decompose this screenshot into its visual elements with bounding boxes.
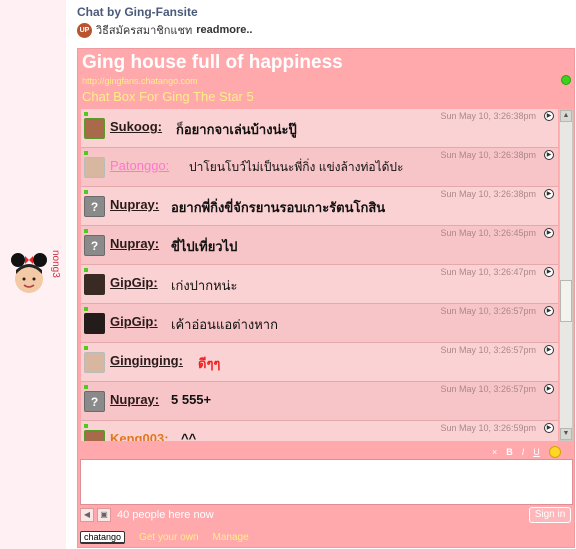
- message-time: Sun May 10, 3:26:59pm: [440, 423, 536, 433]
- anonymous-avatar-icon[interactable]: ?: [84, 196, 105, 217]
- readmore-link[interactable]: readmore..: [196, 24, 252, 36]
- message-text: 5 555+: [171, 392, 212, 407]
- message-row: ? Nupray: ขี่ไปเที่ยวไป Sun May 10, 3:26…: [81, 226, 558, 265]
- mouse-ears-avatar-icon: [11, 253, 47, 293]
- message-text: ดีๆๆ: [198, 356, 221, 371]
- message-time: Sun May 10, 3:26:47pm: [440, 267, 536, 277]
- message-text: ^^: [181, 431, 197, 441]
- message-username[interactable]: Nupray:: [110, 197, 159, 212]
- message-time: Sun May 10, 3:26:57pm: [440, 345, 536, 355]
- status-bar: ◀ ▣ 40 people here now Sign in: [80, 506, 573, 524]
- chat-footer: chatango Get your own Manage: [80, 528, 573, 546]
- online-dot-icon: [84, 385, 88, 389]
- up-badge-icon: UP: [77, 22, 92, 38]
- message-time: Sun May 10, 3:26:57pm: [440, 306, 536, 316]
- message-row: Ginginging: ดีๆๆ Sun May 10, 3:26:57pm ▶: [81, 343, 558, 382]
- play-icon[interactable]: ▶: [544, 423, 554, 433]
- people-count: 40 people here now: [117, 509, 214, 521]
- message-text: ขี่ไปเที่ยวไป: [171, 239, 238, 254]
- play-icon[interactable]: ▶: [544, 267, 554, 277]
- vertical-label: nong3: [50, 250, 61, 278]
- message-username[interactable]: Patonggo:: [110, 158, 169, 173]
- chat-url-link[interactable]: http://gingfans.chatango.com: [82, 76, 198, 86]
- message-row: Keng003: ^^ Sun May 10, 3:26:59pm ▶: [81, 421, 558, 441]
- user-avatar[interactable]: [84, 118, 105, 139]
- message-text: ปาโยนโบว์ไม่เป็นนะพี่กิ่ง แข่งล้างท่อได้…: [189, 160, 404, 174]
- image-icon[interactable]: ▣: [97, 508, 111, 522]
- message-row: Patonggo: ปาโยนโบว์ไม่เป็นนะพี่กิ่ง แข่ง…: [81, 148, 558, 187]
- scroll-thumb[interactable]: [560, 280, 572, 322]
- message-username[interactable]: GipGip:: [110, 314, 158, 329]
- bold-button[interactable]: B: [506, 447, 513, 457]
- play-icon[interactable]: ▶: [544, 228, 554, 238]
- play-icon[interactable]: ▶: [544, 345, 554, 355]
- chat-title: Ging house full of happiness: [82, 52, 343, 73]
- online-dot-icon: [84, 268, 88, 272]
- online-dot-icon: [84, 307, 88, 311]
- play-icon[interactable]: ▶: [544, 189, 554, 199]
- message-input[interactable]: [80, 459, 573, 505]
- message-text: เค้าอ่อนแอต่างหาก: [171, 317, 278, 332]
- message-username[interactable]: Sukoog:: [110, 119, 162, 134]
- message-scrollbar[interactable]: ▲ ▼: [559, 109, 573, 441]
- message-row: ? Nupray: อยากพี่กิ่งขี่จักรยานรอบเกาะรั…: [81, 187, 558, 226]
- message-username[interactable]: Keng003:: [110, 431, 169, 441]
- play-icon[interactable]: ▶: [544, 384, 554, 394]
- user-avatar[interactable]: [84, 274, 105, 295]
- message-row: ? Nupray: 5 555+ Sun May 10, 3:26:57pm ▶: [81, 382, 558, 421]
- message-text: อยากพี่กิ่งขี่จักรยานรอบเกาะรัตนโกสิน: [171, 200, 386, 215]
- speaker-icon[interactable]: ◀: [80, 508, 94, 522]
- message-text: ก็อยากจาเล่นบ้างน่ะปู๊: [176, 122, 297, 137]
- message-time: Sun May 10, 3:26:38pm: [440, 150, 536, 160]
- message-list[interactable]: Sukoog: ก็อยากจาเล่นบ้างน่ะปู๊ Sun May 1…: [81, 109, 558, 441]
- signup-guide-text[interactable]: วิธีสมัครสมาชิกแชท: [96, 21, 192, 39]
- online-status-icon: [561, 75, 571, 85]
- message-text: เก่งปากหน่ะ: [171, 278, 238, 293]
- message-time: Sun May 10, 3:26:45pm: [440, 228, 536, 238]
- user-avatar[interactable]: [84, 352, 105, 373]
- chat-box: Ging house full of happiness http://ging…: [77, 48, 575, 548]
- chat-description: Chat Box For Ging The Star 5: [82, 89, 254, 104]
- online-dot-icon: [84, 424, 88, 428]
- message-time: Sun May 10, 3:26:57pm: [440, 384, 536, 394]
- user-avatar[interactable]: [84, 430, 105, 441]
- user-avatar[interactable]: [84, 313, 105, 334]
- message-time: Sun May 10, 3:26:38pm: [440, 189, 536, 199]
- anonymous-avatar-icon[interactable]: ?: [84, 391, 105, 412]
- format-toolbar: × B I U: [492, 446, 561, 458]
- header-subtitle: UP วิธีสมัครสมาชิกแชท readmore..: [77, 21, 252, 39]
- scroll-up-icon[interactable]: ▲: [560, 110, 572, 122]
- message-username[interactable]: Nupray:: [110, 236, 159, 251]
- online-dot-icon: [84, 346, 88, 350]
- online-dot-icon: [84, 112, 88, 116]
- user-avatar[interactable]: [84, 157, 105, 178]
- play-icon[interactable]: ▶: [544, 111, 554, 121]
- smiley-icon[interactable]: [548, 446, 561, 458]
- anonymous-avatar-icon[interactable]: ?: [84, 235, 105, 256]
- message-time: Sun May 10, 3:26:38pm: [440, 111, 536, 121]
- message-row: Sukoog: ก็อยากจาเล่นบ้างน่ะปู๊ Sun May 1…: [81, 109, 558, 148]
- get-your-own-link[interactable]: Get your own: [139, 532, 198, 543]
- close-icon[interactable]: ×: [492, 447, 497, 457]
- online-dot-icon: [84, 229, 88, 233]
- page-title: Chat by Ging-Fansite: [77, 5, 198, 19]
- play-icon[interactable]: ▶: [544, 306, 554, 316]
- message-row: GipGip: เค้าอ่อนแอต่างหาก Sun May 10, 3:…: [81, 304, 558, 343]
- message-username[interactable]: Nupray:: [110, 392, 159, 407]
- signin-button[interactable]: Sign in: [529, 507, 571, 523]
- chatango-logo[interactable]: chatango: [80, 530, 126, 544]
- manage-link[interactable]: Manage: [213, 532, 249, 543]
- play-icon[interactable]: ▶: [544, 150, 554, 160]
- scroll-down-icon[interactable]: ▼: [560, 428, 572, 440]
- message-username[interactable]: GipGip:: [110, 275, 158, 290]
- online-dot-icon: [84, 190, 88, 194]
- message-username[interactable]: Ginginging:: [110, 353, 183, 368]
- message-row: GipGip: เก่งปากหน่ะ Sun May 10, 3:26:47p…: [81, 265, 558, 304]
- italic-button[interactable]: I: [522, 447, 525, 457]
- online-dot-icon: [84, 151, 88, 155]
- underline-button[interactable]: U: [533, 447, 540, 457]
